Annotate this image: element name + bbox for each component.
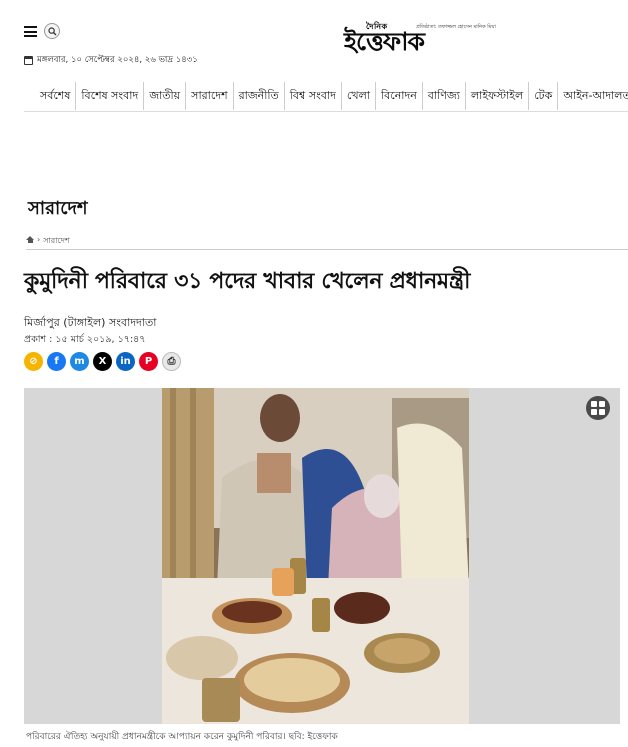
nav-item-law[interactable]: আইন-আদালত [558,82,628,110]
breadcrumb-current[interactable]: সারাদেশ [43,235,69,248]
gallery-icon[interactable] [586,396,610,420]
share-buttons: ⊘ f m Xin P ⎙ [24,352,181,371]
main-nav: সর্বশেষ বিশেষ সংবাদ জাতীয় সারাদেশ রাজনীতি বি… [24,82,628,112]
logo-wordmark: ইত্তেফাক [344,27,425,56]
x-icon[interactable]: X [93,352,112,371]
logo-tagline: প্রতিষ্ঠাতা: তফাজ্জল হোসেন মানিক মিয়া [416,24,496,30]
menu-icon[interactable] [24,26,37,37]
facebook-icon[interactable]: f [47,352,66,371]
site-logo[interactable]: দৈনিক প্রতিষ্ঠাতা: তফাজ্জল হোসেন মানিক ম… [344,22,504,62]
breadcrumb: › সারাদেশ [26,235,628,250]
nav-item-world[interactable]: বিশ্ব সংবাদ [285,82,342,110]
messenger-icon[interactable]: m [70,352,89,371]
nav-item-business[interactable]: বাণিজ্য [423,82,466,110]
nav-item-tech[interactable]: টেক [529,82,559,110]
copy-link-icon[interactable]: ⊘ [24,352,43,371]
article-headline: কুমুদিনী পরিবারে ৩১ পদের খাবার খেলেন প্র… [24,269,471,294]
breadcrumb-separator: › [37,235,41,244]
article-byline: মির্জাপুর (টাঙ্গাইল) সংবাদদাতা [24,316,157,329]
nav-item-national[interactable]: জাতীয় [144,82,187,110]
article-image-frame [24,388,620,724]
nav-item-lifestyle[interactable]: লাইফস্টাইল [466,82,530,110]
photo-caption: পরিবারের ঐতিহ্য অনুযায়ী প্রধানমন্ত্রীকে… [26,732,338,742]
date-text: মঙ্গলবার, ১০ সেপ্টেম্বর ২০২৪, ২৬ ভাদ্র ১… [37,55,198,65]
print-icon[interactable]: ⎙ [162,352,181,371]
pinterest-icon[interactable]: P [139,352,158,371]
nav-item-politics[interactable]: রাজনীতি [234,82,285,110]
nav-item-special[interactable]: বিশেষ সংবাদ [76,82,145,110]
section-title[interactable]: সারাদেশ [28,194,88,225]
nav-item-sports[interactable]: খেলা [342,82,376,110]
linkedin-icon[interactable]: in [116,352,135,371]
home-icon[interactable] [26,236,34,243]
calendar-icon [24,55,33,65]
nav-item-latest[interactable]: সর্বশেষ [24,82,77,110]
current-date: মঙ্গলবার, ১০ সেপ্টেম্বর ২০২৪, ২৬ ভাদ্র ১… [24,53,198,67]
nav-item-countrywide[interactable]: সারাদেশ [186,82,234,110]
publish-date: প্রকাশ : ১৫ মার্চ ২০১৯, ১৭:৪৭ [24,334,146,345]
nav-item-entertainment[interactable]: বিনোদন [376,82,423,110]
site-header: মঙ্গলবার, ১০ সেপ্টেম্বর ২০২৪, ২৬ ভাদ্র ১… [0,0,628,80]
article-photo[interactable] [162,388,469,724]
search-icon[interactable] [44,23,60,39]
